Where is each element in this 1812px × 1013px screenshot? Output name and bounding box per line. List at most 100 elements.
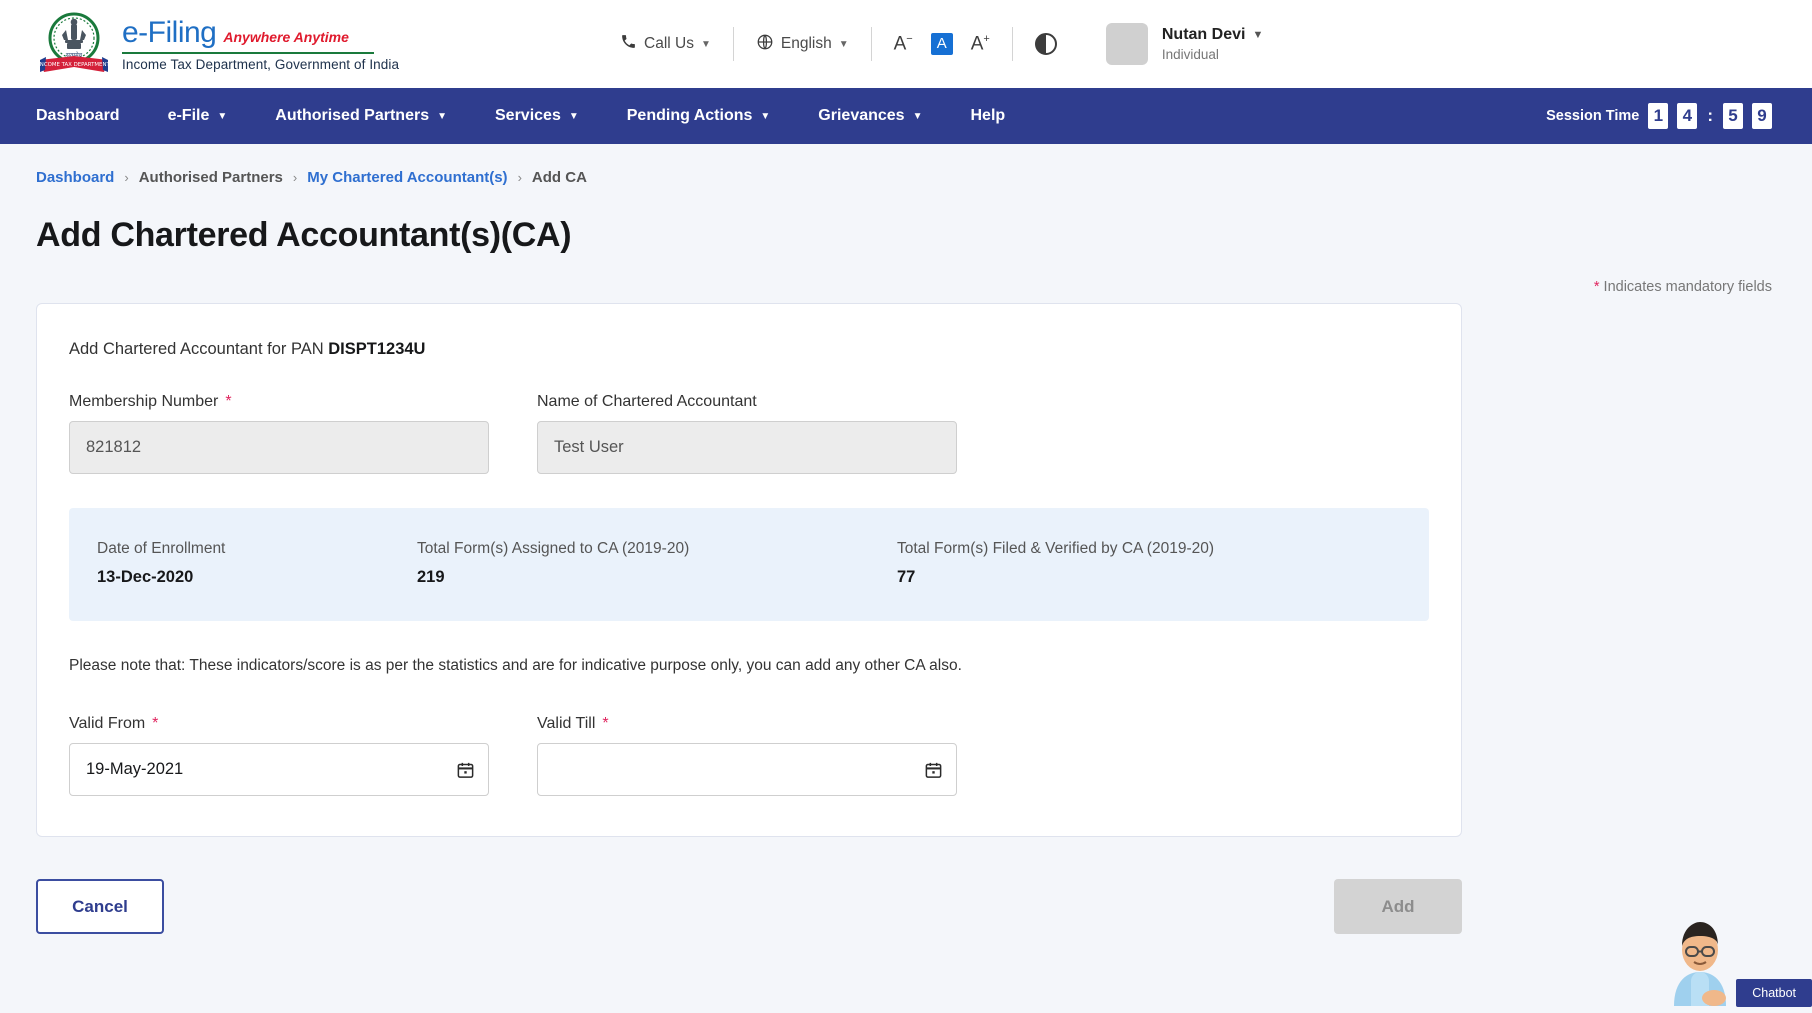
breadcrumb-item-dashboard[interactable]: Dashboard [36,169,114,186]
avatar [1106,23,1148,65]
valid-from-input[interactable] [69,743,489,796]
ca-name-input[interactable] [537,421,957,474]
ca-statistics-panel: Date of Enrollment 13-Dec-2020 Total For… [69,508,1429,621]
language-label: English [781,35,832,53]
nav-label: Pending Actions [627,107,753,125]
breadcrumb-item-authorised-partners: Authorised Partners [139,169,283,186]
session-timer-label: Session Time [1546,108,1639,124]
nav-label: Help [970,107,1005,125]
user-profile-menu[interactable]: Nutan Devi ▼ Individual [1106,23,1263,65]
breadcrumb: Dashboard › Authorised Partners › My Cha… [36,144,1776,186]
nav-item-dashboard[interactable]: Dashboard [36,107,120,125]
stat-value: 13-Dec-2020 [97,568,417,587]
top-header: सत्यमेव INCOME TAX DEPARTMENT e-Filing A… [0,0,1812,88]
brand-rule [122,52,374,54]
session-digit-4: 9 [1752,103,1772,129]
brand-title: e-Filing [122,16,216,50]
chevron-down-icon: ▼ [760,111,770,122]
brand-logo[interactable]: सत्यमेव INCOME TAX DEPARTMENT e-Filing A… [36,10,399,78]
page-title: Add Chartered Accountant(s)(CA) [36,216,1776,255]
valid-till-input[interactable] [537,743,957,796]
add-ca-form-card: Add Chartered Accountant for PAN DISPT12… [36,303,1462,837]
chatbot-agent-avatar [1658,914,1742,1011]
label-text: Valid From [69,715,145,733]
nav-item-authorised-partners[interactable]: Authorised Partners ▼ [275,107,447,125]
profile-name: Nutan Devi [1162,26,1246,44]
header-divider-2 [871,27,872,61]
font-size-decrease-button[interactable]: A− [894,33,913,55]
chatbot-button[interactable]: Chatbot [1736,979,1812,1007]
nav-label: Grievances [818,107,904,125]
session-timer: Session Time 1 4 : 5 9 [1546,88,1772,144]
stat-value: 77 [897,568,1214,587]
cancel-button[interactable]: Cancel [36,879,164,934]
chevron-down-icon: ▼ [913,111,923,122]
valid-from-field: Valid From * [69,715,489,796]
session-digit-2: 4 [1677,103,1697,129]
chevron-down-icon: ▼ [437,111,447,122]
chevron-down-icon: ▼ [569,111,579,122]
page-content: Dashboard › Authorised Partners › My Cha… [0,144,1812,934]
svg-text:INCOME TAX DEPARTMENT: INCOME TAX DEPARTMENT [38,62,110,68]
mandatory-note-text: Indicates mandatory fields [1604,279,1772,295]
add-button[interactable]: Add [1334,879,1462,934]
stat-forms-filed-verified: Total Form(s) Filed & Verified by CA (20… [897,540,1214,587]
breadcrumb-separator: › [293,170,297,185]
contrast-icon[interactable] [1035,33,1057,55]
form-actions: Cancel Add [36,879,1462,934]
breadcrumb-separator: › [124,170,128,185]
nav-item-e-file[interactable]: e-File ▼ [168,107,228,125]
globe-icon [756,33,774,56]
india-national-emblem-icon: सत्यमेव INCOME TAX DEPARTMENT [36,10,112,78]
header-utilities: Call Us ▼ English ▼ A− A A+ [620,0,1263,88]
nav-item-services[interactable]: Services ▼ [495,107,579,125]
call-us-label: Call Us [644,35,694,53]
header-divider-1 [733,27,734,61]
calendar-icon[interactable] [456,760,475,780]
chevron-down-icon: ▼ [217,111,227,122]
brand-department: Income Tax Department, Government of Ind… [122,57,399,72]
session-digit-3: 5 [1723,103,1743,129]
membership-number-label: Membership Number * [69,393,489,411]
nav-item-pending-actions[interactable]: Pending Actions ▼ [627,107,771,125]
ca-name-field: Name of Chartered Accountant [537,393,957,474]
form-row-details: Membership Number * Name of Chartered Ac… [69,393,1429,474]
chevron-down-icon: ▼ [839,39,849,50]
stat-value: 219 [417,568,897,587]
nav-label: Authorised Partners [275,107,429,125]
profile-role: Individual [1162,47,1263,62]
nav-label: Services [495,107,561,125]
font-size-controls: A− A A+ [894,33,990,55]
call-us-menu[interactable]: Call Us ▼ [620,33,711,55]
stat-label: Total Form(s) Filed & Verified by CA (20… [897,540,1214,558]
chatbot-widget[interactable]: Chatbot [1640,913,1812,1013]
card-heading-pan: DISPT1234U [328,340,425,358]
nav-label: e-File [168,107,210,125]
nav-item-help[interactable]: Help [970,107,1005,125]
brand-tagline: Anywhere Anytime [223,29,349,45]
session-digit-1: 1 [1648,103,1668,129]
label-text: Valid Till [537,715,595,733]
valid-from-label: Valid From * [69,715,489,733]
required-star: * [225,394,231,410]
valid-till-field: Valid Till * [537,715,957,796]
required-star: * [602,716,608,732]
card-heading-prefix: Add Chartered Accountant for PAN [69,340,328,358]
calendar-icon[interactable] [924,760,943,780]
brand-text: e-Filing Anywhere Anytime Income Tax Dep… [122,16,399,72]
breadcrumb-item-my-chartered-accountants[interactable]: My Chartered Accountant(s) [307,169,507,186]
card-heading: Add Chartered Accountant for PAN DISPT12… [69,340,1429,359]
font-size-increase-button[interactable]: A+ [971,33,990,55]
valid-till-label: Valid Till * [537,715,957,733]
stat-label: Total Form(s) Assigned to CA (2019-20) [417,540,897,558]
form-row-validity: Valid From * [69,715,1429,796]
language-menu[interactable]: English ▼ [756,33,849,56]
nav-item-grievances[interactable]: Grievances ▼ [818,107,922,125]
chevron-down-icon: ▼ [701,39,711,50]
font-size-normal-button[interactable]: A [931,33,953,55]
label-text: Membership Number [69,393,218,411]
membership-number-input[interactable] [69,421,489,474]
stat-date-of-enrollment: Date of Enrollment 13-Dec-2020 [97,540,417,587]
header-divider-3 [1012,27,1013,61]
phone-icon [620,33,637,55]
